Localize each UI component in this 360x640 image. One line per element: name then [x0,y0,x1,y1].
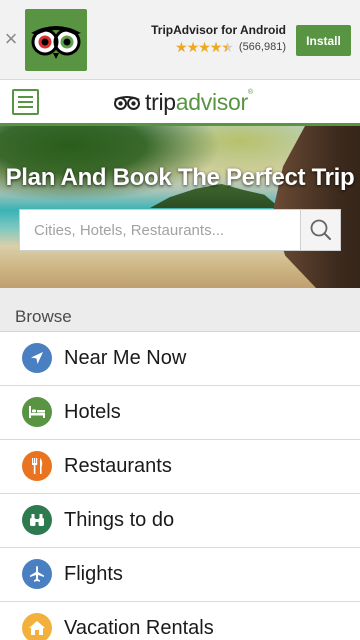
bed-icon [22,397,52,427]
browse-item-vacation-rentals[interactable]: Vacation Rentals [0,602,360,640]
airplane-icon [22,559,52,589]
app-rating: ★★★★★ ★★★★★ (566,981) [96,39,286,55]
browse-item-hotels[interactable]: Hotels [0,386,360,440]
browse-item-label: Vacation Rentals [64,617,214,639]
browse-item-things-to-do[interactable]: Things to do [0,494,360,548]
fork-knife-icon [22,451,52,481]
browse-heading: Browse [15,307,72,326]
house-icon [22,613,52,640]
app-install-banner: × TripAdvisor for Android ★★★★★ ★★★★★ (5… [0,0,360,80]
hero-rock-shape [272,126,360,288]
hero-section: Plan And Book The Perfect Trip [0,126,360,288]
search-input[interactable] [19,209,300,251]
browse-item-restaurants[interactable]: Restaurants [0,440,360,494]
browse-item-label: Flights [64,563,123,585]
logo-wordmark: tripadvisor® [145,88,253,115]
location-arrow-icon [22,343,52,373]
hamburger-menu-icon[interactable] [12,89,39,115]
hero-title: Plan And Book The Perfect Trip [5,164,355,191]
star-rating: ★★★★★ ★★★★★ [175,39,234,55]
browse-item-label: Hotels [64,401,121,423]
browse-item-near-me-now[interactable]: Near Me Now [0,332,360,386]
search-bar [19,209,341,251]
browse-item-flights[interactable]: Flights [0,548,360,602]
search-icon [310,219,331,240]
browse-item-label: Restaurants [64,455,172,477]
browse-item-label: Near Me Now [64,347,187,369]
close-icon[interactable]: × [3,28,19,50]
tripadvisor-logo[interactable]: tripadvisor® [112,88,253,115]
browse-item-label: Things to do [64,509,175,531]
rating-count: (566,981) [238,41,286,53]
site-header: tripadvisor® [0,81,360,126]
owl-eyes-icon [31,26,81,59]
binoculars-icon [22,505,52,535]
app-name: TripAdvisor for Android [151,23,286,37]
browse-header: Browse [0,288,360,332]
browse-list: Near Me Now Hotels Restaurants Things to… [0,332,360,640]
owl-logo-icon [114,96,140,110]
app-logo [25,9,87,71]
install-button[interactable]: Install [296,25,351,56]
search-button[interactable] [300,209,341,251]
